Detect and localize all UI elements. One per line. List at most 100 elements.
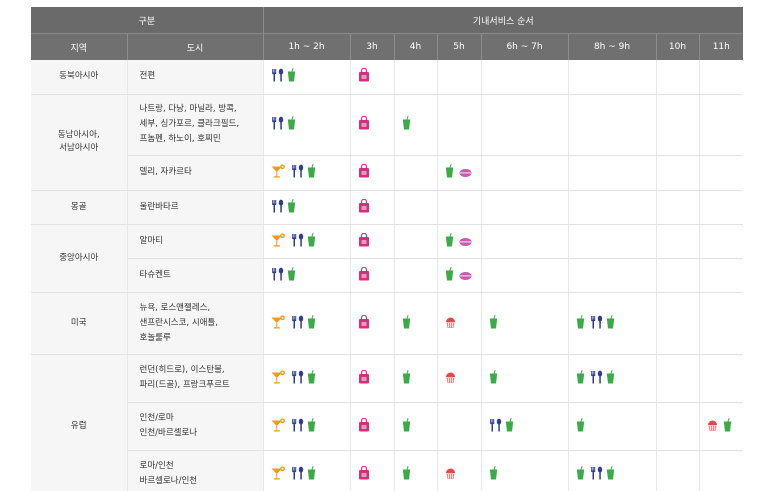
service-cell [262, 354, 350, 403]
fork-spoon-icon [291, 418, 306, 435]
service-cell [655, 402, 699, 451]
table-row: 동북아시아 전편 [31, 60, 743, 95]
drink-cup-icon [287, 266, 296, 284]
drink-cup-icon [576, 417, 585, 435]
inflight-service-table: 구분 기내서비스 순서 지역 도시 1h ~ 2h 3h 4h 5h 6h ~ … [31, 7, 743, 491]
drink-cup-icon [445, 163, 454, 181]
drink-cup-icon [576, 369, 585, 387]
drink-cup-icon [606, 465, 615, 483]
cupcake-icon [445, 466, 456, 483]
fork-spoon-icon [291, 233, 306, 250]
city-cell: 나트랑, 다낭, 마닐라, 방콕, 세부, 싱가포르, 클라크필드, 프놈펜, 하노… [126, 94, 263, 156]
drink-cup-icon [287, 68, 296, 85]
fork-spoon-icon [590, 315, 605, 332]
service-cell [567, 155, 656, 191]
region-cell: 중앙아시아 [31, 224, 127, 293]
service-cell [655, 60, 699, 95]
city-cell: 뉴욕, 로스앤젤레스, 샌프란시스코, 시애틀, 호놀룰루 [126, 292, 263, 355]
fork-spoon-icon [489, 418, 504, 435]
service-cell [655, 258, 699, 293]
service-cell [655, 155, 699, 191]
service-cell [393, 450, 437, 491]
drink-cup-icon [445, 266, 454, 284]
service-cell [698, 258, 743, 293]
service-cell [567, 450, 656, 491]
service-cell [349, 258, 394, 293]
table-row: 중앙아시아 알마티 [31, 224, 743, 293]
city-cell: 알마티 [126, 224, 263, 259]
service-cell [393, 354, 437, 403]
service-cell [567, 224, 656, 259]
drink-cup-icon [307, 232, 316, 250]
duty-free-bag-icon [358, 67, 370, 85]
hour-header: 1h ~ 2h [262, 33, 350, 60]
hour-header: 11h [698, 33, 743, 60]
service-cell [349, 94, 394, 156]
cocktail-icon [271, 369, 286, 387]
service-cell [698, 190, 743, 225]
service-table-container: 구분 기내서비스 순서 지역 도시 1h ~ 2h 3h 4h 5h 6h ~ … [31, 7, 743, 491]
drink-cup-icon [606, 314, 615, 332]
cocktail-icon [271, 417, 286, 435]
service-cell [262, 94, 350, 156]
service-cell [349, 402, 394, 451]
service-cell [567, 60, 656, 95]
table-row: 타슈켄트 [31, 258, 743, 293]
service-cell [349, 292, 394, 355]
drink-cup-icon [489, 465, 498, 483]
service-cell [480, 450, 568, 491]
service-cell [393, 402, 437, 451]
service-cell [436, 402, 481, 451]
table-row: 미국 뉴욕, 로스앤젤레스, 샌프란시스코, 시애틀, 호놀룰루 [31, 292, 743, 355]
service-cell [567, 258, 656, 293]
service-order-header: 기내서비스 순서 [262, 7, 743, 34]
city-cell: 전편 [126, 60, 263, 95]
header-row-group: 구분 기내서비스 순서 [31, 7, 743, 34]
fork-spoon-icon [271, 116, 286, 133]
service-cell [567, 94, 656, 156]
duty-free-bag-icon [358, 115, 370, 133]
fork-spoon-icon [271, 199, 286, 216]
snack-icon [459, 267, 472, 284]
drink-cup-icon [576, 465, 585, 483]
drink-cup-icon [307, 163, 316, 181]
table-row: 인천/로마 인천/바르셀로나 [31, 402, 743, 451]
group-header: 구분 [31, 7, 263, 34]
snack-icon [459, 164, 472, 181]
hour-header: 8h ~ 9h [567, 33, 656, 60]
hour-header: 3h [349, 33, 394, 60]
service-cell [698, 60, 743, 95]
hour-header: 5h [436, 33, 481, 60]
service-cell [349, 190, 394, 225]
service-cell [698, 354, 743, 403]
city-cell: 울란바타르 [126, 190, 263, 225]
duty-free-bag-icon [358, 369, 370, 387]
service-cell [655, 450, 699, 491]
service-cell [480, 292, 568, 355]
cupcake-icon [707, 418, 718, 435]
hour-header: 6h ~ 7h [480, 33, 568, 60]
region-cell: 몽골 [31, 190, 127, 225]
fork-spoon-icon [590, 370, 605, 387]
hour-header: 10h [655, 33, 699, 60]
drink-cup-icon [402, 115, 411, 133]
service-cell [567, 292, 656, 355]
service-cell [436, 60, 481, 95]
service-cell [262, 155, 350, 191]
fork-spoon-icon [291, 370, 306, 387]
city-cell: 델리, 자카르타 [126, 155, 263, 191]
drink-cup-icon [402, 417, 411, 435]
service-cell [349, 60, 394, 95]
duty-free-bag-icon [358, 314, 370, 332]
service-cell [698, 155, 743, 191]
service-cell [436, 190, 481, 225]
drink-cup-icon [445, 232, 454, 250]
drink-cup-icon [723, 417, 732, 435]
cupcake-icon [445, 370, 456, 387]
service-cell [393, 292, 437, 355]
drink-cup-icon [287, 115, 296, 133]
drink-cup-icon [287, 198, 296, 216]
service-cell [655, 94, 699, 156]
service-cell [393, 155, 437, 191]
header-row-columns: 지역 도시 1h ~ 2h 3h 4h 5h 6h ~ 7h 8h ~ 9h 1… [31, 33, 743, 60]
